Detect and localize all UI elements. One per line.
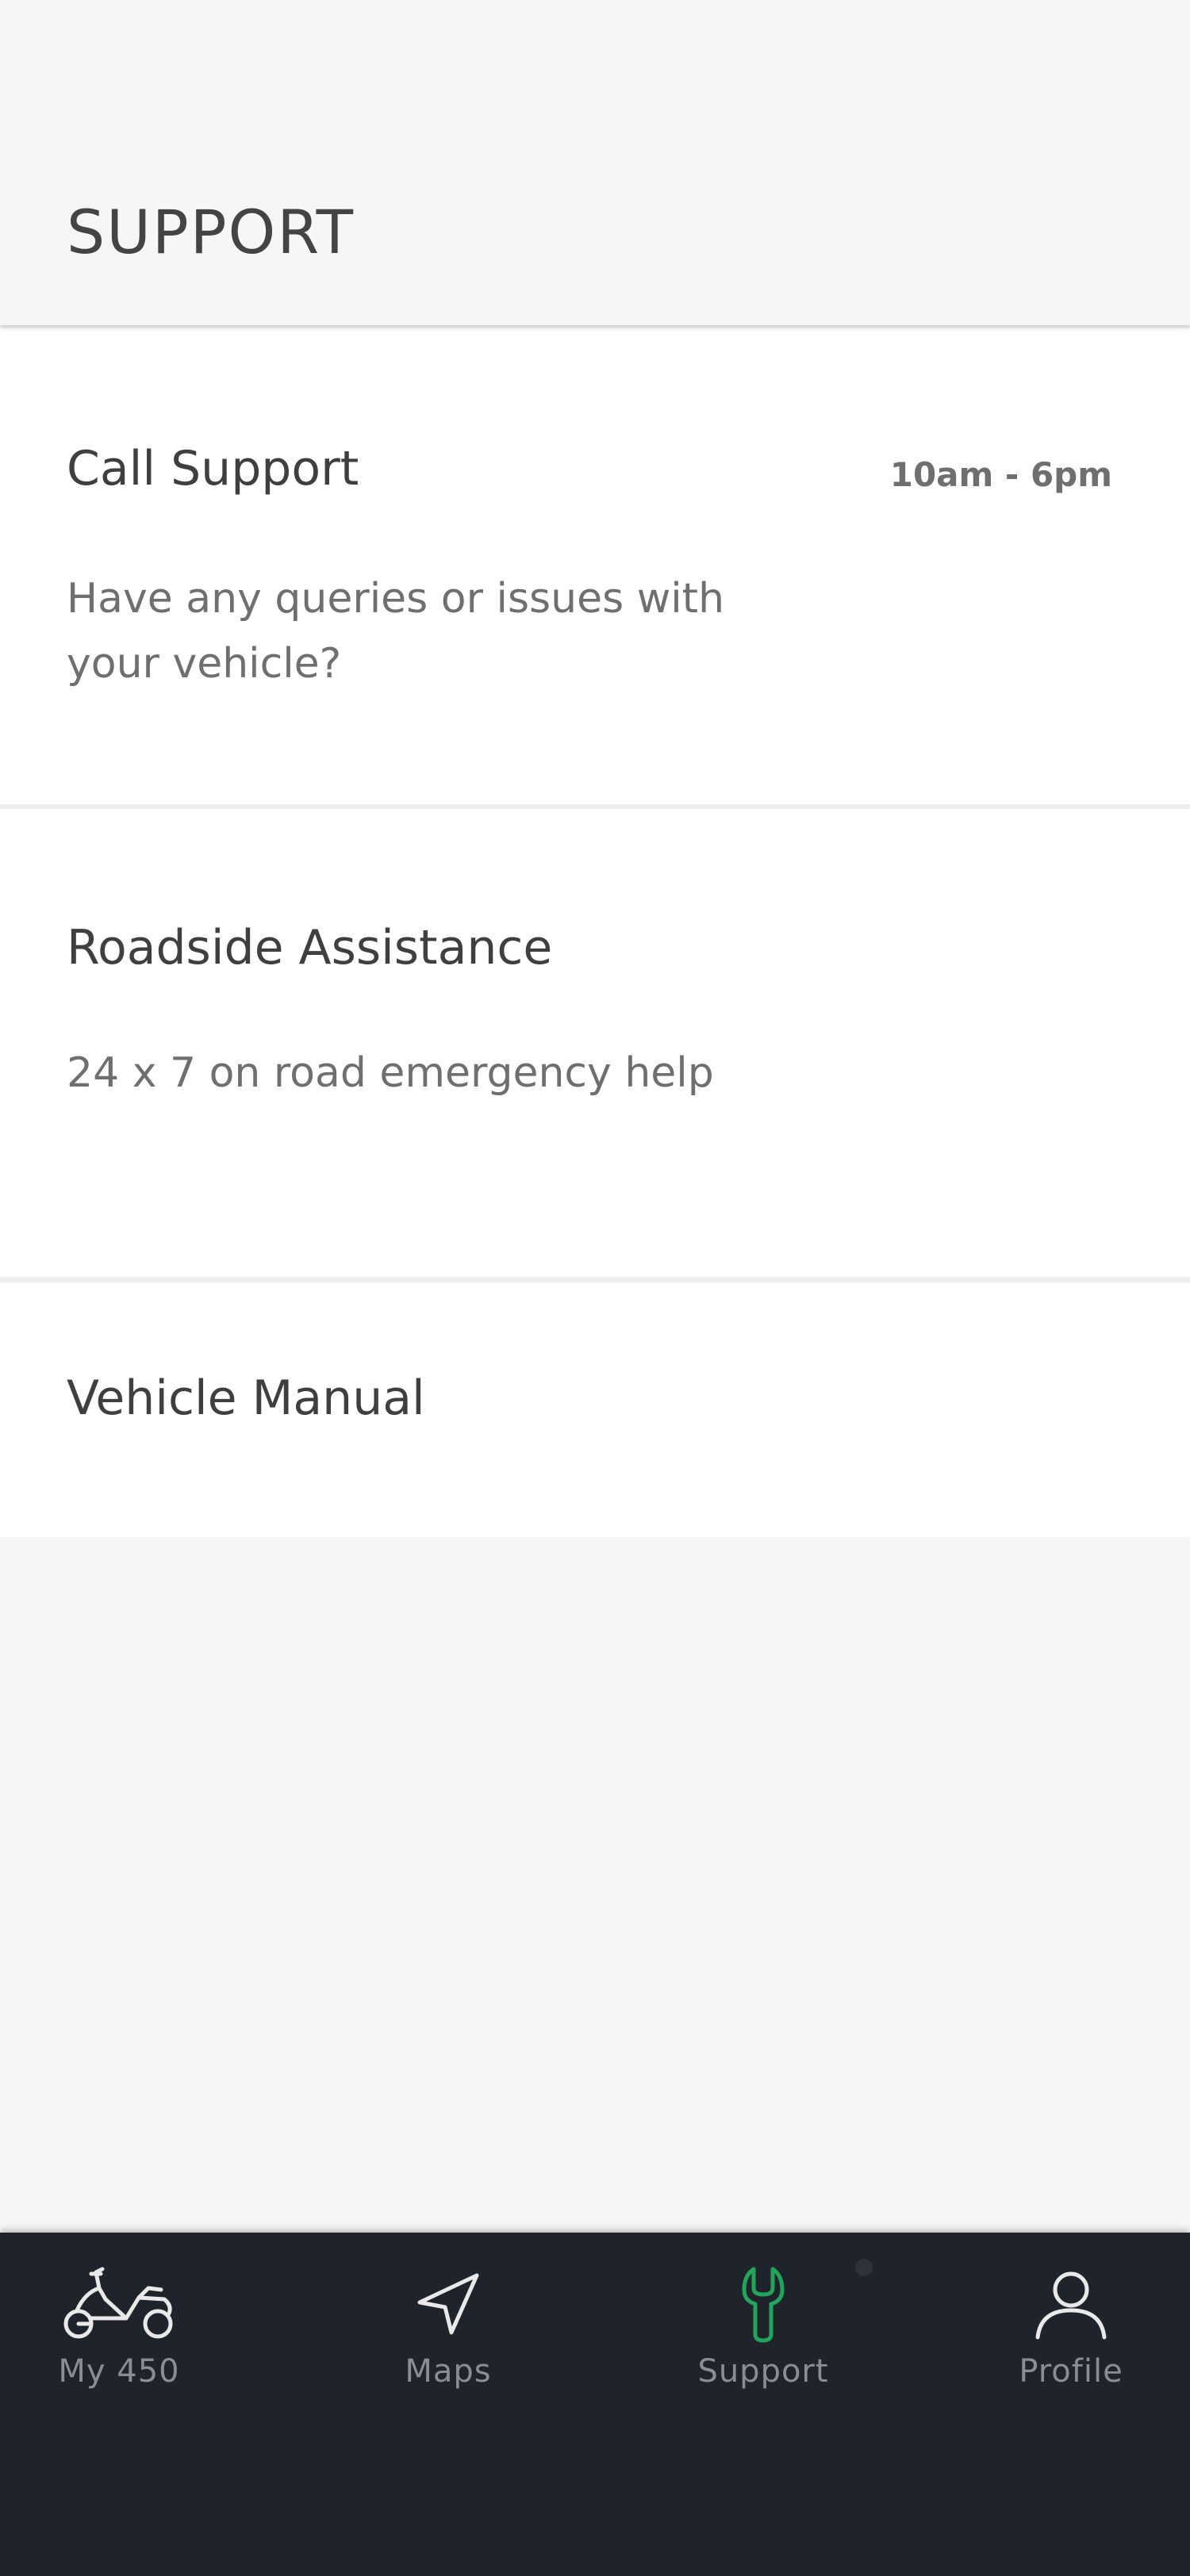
nav-item-my-450[interactable]: My 450 (16, 2264, 222, 2423)
page-title: SUPPORT (67, 197, 355, 267)
call-support-card[interactable]: Call Support 10am - 6pm Have any queries… (0, 328, 1190, 804)
call-support-description: Have any queries or issues with your veh… (67, 575, 725, 688)
nav-item-maps[interactable]: Maps (345, 2264, 551, 2423)
nav-label-maps: Maps (405, 2353, 492, 2390)
nav-item-profile[interactable]: Profile (968, 2264, 1174, 2423)
header: SUPPORT (0, 0, 1190, 325)
person-icon (1035, 2271, 1107, 2340)
wrench-icon (742, 2267, 785, 2343)
divider (0, 1277, 1190, 1282)
navigation-arrow-icon (417, 2273, 479, 2335)
vehicle-manual-title: Vehicle Manual (67, 1370, 425, 1426)
support-hours: 10am - 6pm (889, 455, 1112, 494)
call-support-title: Call Support (67, 441, 359, 496)
nav-label-my-450: My 450 (58, 2353, 180, 2390)
vehicle-manual-card[interactable]: Vehicle Manual (0, 1283, 1190, 1537)
nav-label-support: Support (697, 2353, 829, 2390)
nav-label-profile: Profile (1019, 2353, 1123, 2390)
roadside-assistance-title: Roadside Assistance (67, 920, 553, 976)
scooter-icon (63, 2267, 173, 2339)
bottom-navigation: My 450 Maps Support Profile (0, 2233, 1190, 2576)
roadside-assistance-description: 24 x 7 on road emergency help (67, 1049, 714, 1097)
roadside-assistance-card[interactable]: Roadside Assistance 24 x 7 on road emerg… (0, 809, 1190, 1277)
nav-item-support[interactable]: Support (660, 2264, 866, 2423)
